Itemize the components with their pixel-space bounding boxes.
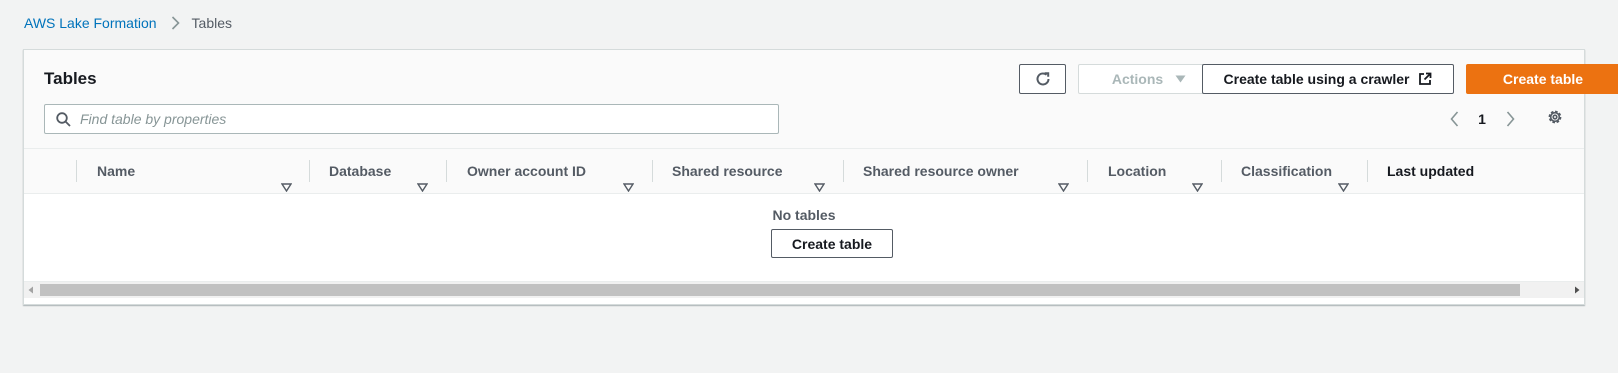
breadcrumb: AWS Lake Formation Tables [24, 15, 232, 31]
column-header-classification[interactable]: Classification [1241, 149, 1332, 193]
column-label: Database [329, 163, 392, 179]
refresh-button[interactable] [1019, 64, 1066, 94]
search-field[interactable] [44, 104, 779, 134]
column-label: Owner account ID [467, 163, 587, 179]
next-page-icon[interactable] [1498, 111, 1522, 127]
pagination: 1 [1442, 106, 1522, 132]
prev-page-icon[interactable] [1442, 111, 1466, 127]
search-input[interactable] [80, 111, 730, 127]
sort-triangle-icon[interactable] [1338, 165, 1349, 209]
empty-create-table-button[interactable]: Create table [771, 229, 893, 258]
breadcrumb-link-lake-formation[interactable]: AWS Lake Formation [24, 15, 157, 31]
actions-dropdown-button[interactable]: Actions [1078, 64, 1220, 94]
column-divider [309, 160, 310, 182]
sort-triangle-icon[interactable] [623, 165, 634, 209]
external-link-icon [1418, 72, 1432, 86]
caret-down-icon [1175, 75, 1186, 83]
column-header-shared-resource-owner[interactable]: Shared resource owner [863, 149, 1019, 193]
crawler-label: Create table using a crawler [1223, 71, 1410, 87]
scroll-left-arrow-icon[interactable] [28, 286, 34, 294]
panel-header: Tables Actions Create table using a craw… [24, 50, 1618, 148]
column-label: Classification [1241, 163, 1333, 179]
column-header-owner-account-id[interactable]: Owner account ID [467, 149, 586, 193]
column-divider [1221, 160, 1222, 182]
create-table-button[interactable]: Create table [1466, 64, 1618, 94]
column-label: Name [97, 163, 136, 179]
actions-label: Actions [1111, 71, 1164, 87]
gear-icon[interactable] [1546, 108, 1564, 126]
column-header-shared-resource[interactable]: Shared resource [672, 149, 783, 193]
column-label: Shared resource owner [863, 163, 1019, 179]
column-header-last-updated[interactable]: Last updated [1387, 149, 1474, 193]
page-title: Tables [44, 69, 97, 88]
breadcrumb-current: Tables [191, 15, 232, 31]
column-divider [446, 160, 447, 182]
column-header-location[interactable]: Location [1108, 149, 1166, 193]
scroll-right-arrow-icon[interactable] [1574, 286, 1580, 294]
sort-triangle-icon[interactable] [814, 165, 825, 209]
chevron-right-icon [171, 16, 180, 30]
sort-triangle-icon[interactable] [1058, 165, 1069, 209]
search-icon [56, 111, 71, 127]
column-label: Location [1108, 163, 1167, 179]
column-divider [1087, 160, 1088, 182]
column-label: Last updated [1387, 163, 1475, 179]
column-divider [843, 160, 844, 182]
column-divider [76, 160, 77, 182]
scrollbar-thumb[interactable] [40, 284, 1520, 296]
refresh-icon [1034, 70, 1052, 88]
sort-triangle-icon[interactable] [1192, 165, 1203, 209]
tables-panel: Tables Actions Create table using a craw… [23, 49, 1618, 305]
create-table-crawler-button[interactable]: Create table using a crawler [1202, 64, 1454, 94]
sort-triangle-icon[interactable] [417, 165, 428, 209]
table-header: Name Database Owner account ID Shared re… [24, 148, 1584, 194]
horizontal-scrollbar[interactable] [24, 281, 1584, 298]
current-page-number[interactable]: 1 [1466, 111, 1498, 127]
column-header-name[interactable]: Name [97, 149, 135, 193]
column-divider [652, 160, 653, 182]
empty-state-text: No tables [772, 207, 836, 223]
column-divider [1367, 160, 1368, 182]
column-header-database[interactable]: Database [329, 149, 391, 193]
column-label: Shared resource [672, 163, 783, 179]
sort-triangle-icon[interactable] [281, 165, 292, 209]
